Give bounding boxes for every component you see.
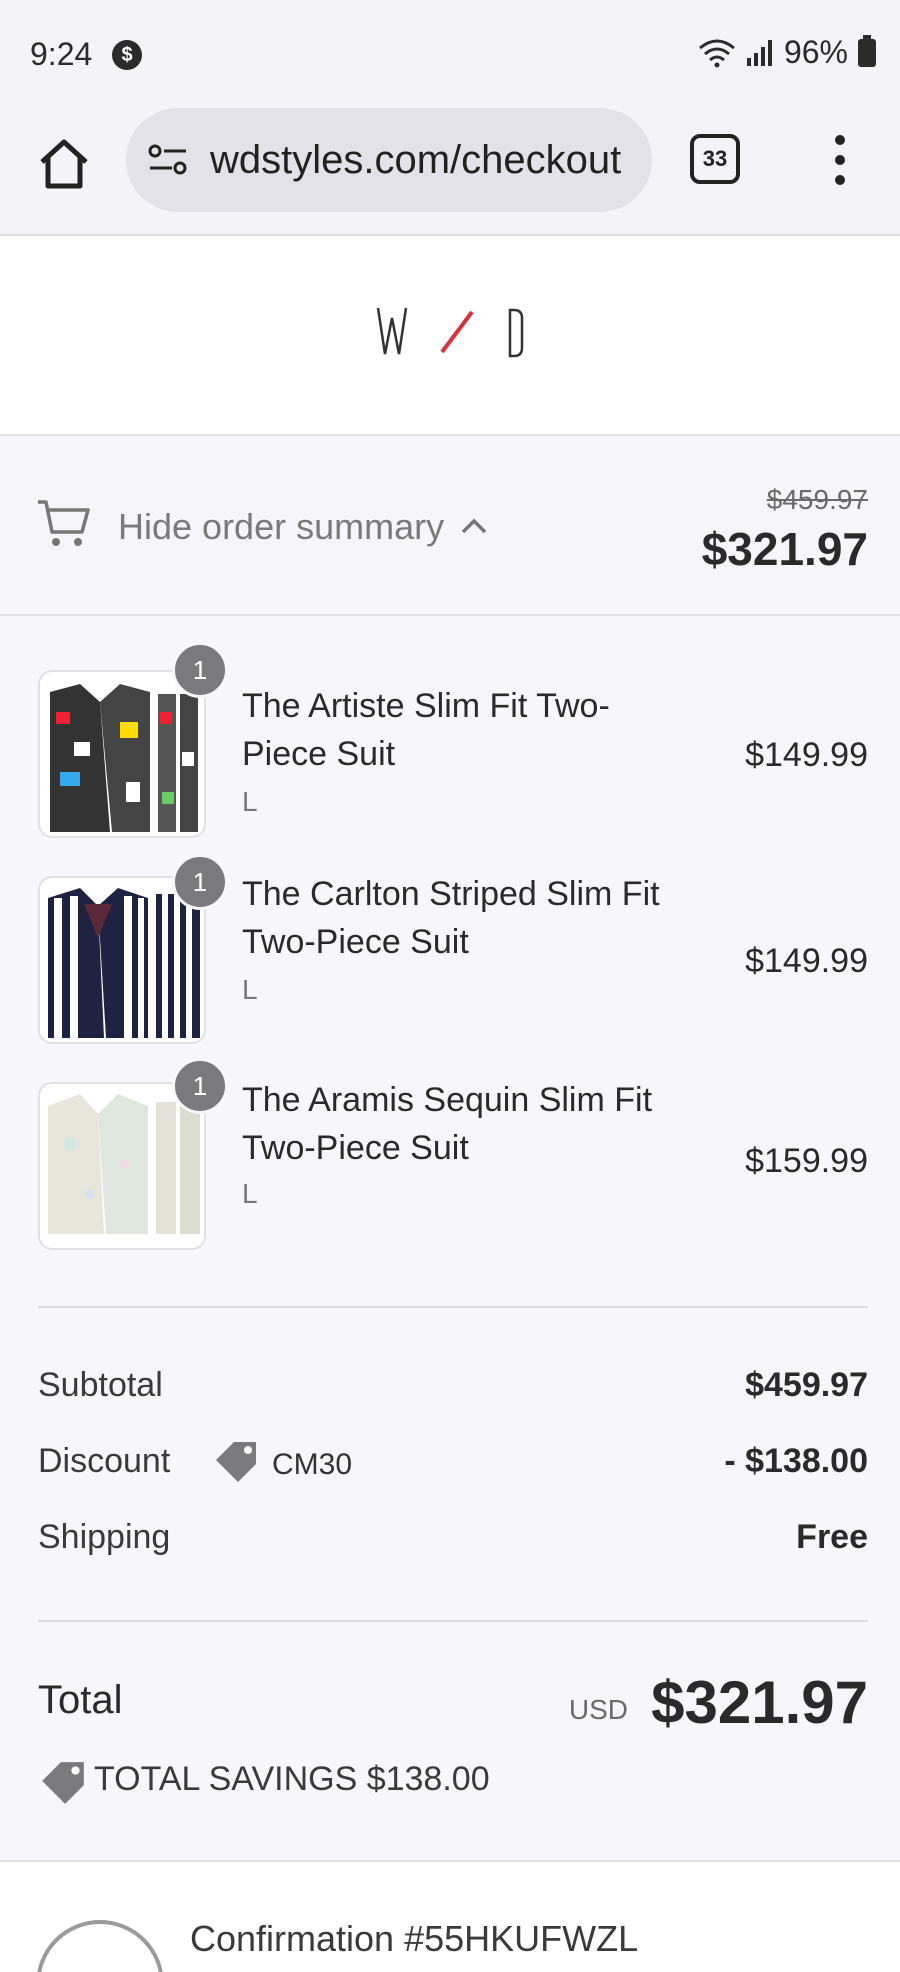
aramis-suit-image: [40, 1084, 204, 1248]
url-bar[interactable]: wdstyles.com/checkout: [126, 108, 652, 212]
status-indicators: 96%: [698, 34, 876, 71]
check-circle-icon: [36, 1920, 164, 1972]
savings-tag-icon: [42, 1762, 84, 1804]
item-price: $159.99: [745, 1142, 868, 1180]
status-time: 9:24: [30, 36, 93, 72]
discount-code: CM30: [272, 1448, 353, 1481]
status-bar: 9:24 $ 96%: [0, 0, 900, 108]
item-price: $149.99: [745, 942, 868, 980]
store-header: [0, 236, 900, 436]
item-price: $149.99: [745, 736, 868, 774]
site-settings-icon[interactable]: [146, 142, 190, 178]
item-variant: L: [242, 974, 258, 1005]
home-icon[interactable]: [34, 134, 94, 194]
more-options-icon[interactable]: [820, 130, 860, 190]
tab-switcher-button[interactable]: 33: [690, 134, 740, 184]
shipping-value: Free: [796, 1518, 868, 1556]
shipping-label: Shipping: [38, 1518, 171, 1556]
quantity-badge: 1: [172, 642, 228, 698]
currency-code: USD: [568, 1694, 628, 1725]
quantity-badge: 1: [172, 1058, 228, 1114]
summary-total-price: $321.97: [701, 523, 868, 575]
original-price: $459.97: [766, 484, 868, 515]
list-item: 1 The Carlton Striped Slim Fit Two-Piece…: [0, 854, 900, 1056]
item-name: The Carlton Striped Slim Fit Two-Piece S…: [242, 875, 660, 961]
battery-percent: 96%: [783, 34, 848, 70]
discount-label: Discount: [38, 1442, 171, 1480]
subtotal-value: $459.97: [745, 1366, 868, 1404]
discount-value: - $138.00: [724, 1442, 868, 1480]
item-name: The Aramis Sequin Slim Fit Two-Piece Sui…: [242, 1081, 653, 1167]
dollar-notification-icon: $: [112, 40, 142, 70]
signal-icon: [746, 39, 772, 66]
total-value: $321.97: [651, 1669, 868, 1736]
tag-icon: [216, 1442, 256, 1482]
divider: [38, 1620, 868, 1622]
url-text[interactable]: wdstyles.com/checkout: [210, 138, 630, 183]
item-name: The Artiste Slim Fit Two-Piece Suit: [242, 687, 610, 773]
total-label: Total: [38, 1678, 123, 1722]
hide-order-summary-label[interactable]: Hide order summary: [118, 506, 444, 548]
confirmation-section: Confirmation #55HKUFWZL: [0, 1860, 900, 1972]
battery-icon: [858, 34, 876, 67]
confirmation-number: Confirmation #55HKUFWZL: [190, 1918, 639, 1959]
product-thumbnail: [38, 670, 206, 838]
total-savings: TOTAL SAVINGS $138.00: [94, 1760, 490, 1798]
quantity-badge: 1: [172, 854, 228, 910]
divider: [38, 1306, 868, 1308]
store-logo[interactable]: [370, 302, 530, 362]
browser-toolbar: wdstyles.com/checkout 33: [0, 108, 900, 236]
item-variant: L: [242, 786, 258, 817]
subtotal-label: Subtotal: [38, 1366, 163, 1404]
list-item: 1 The Artiste Slim Fit Two-Piece Suit L …: [0, 642, 900, 850]
order-summary-toggle[interactable]: Hide order summary $459.97 $321.97: [0, 436, 900, 616]
item-variant: L: [242, 1178, 258, 1209]
chevron-up-icon: [461, 518, 487, 534]
list-item: 1 The Aramis Sequin Slim Fit Two-Piece S…: [0, 1058, 900, 1262]
wifi-icon: [699, 39, 735, 67]
cart-icon: [38, 500, 90, 546]
artiste-suit-image: [50, 684, 198, 832]
